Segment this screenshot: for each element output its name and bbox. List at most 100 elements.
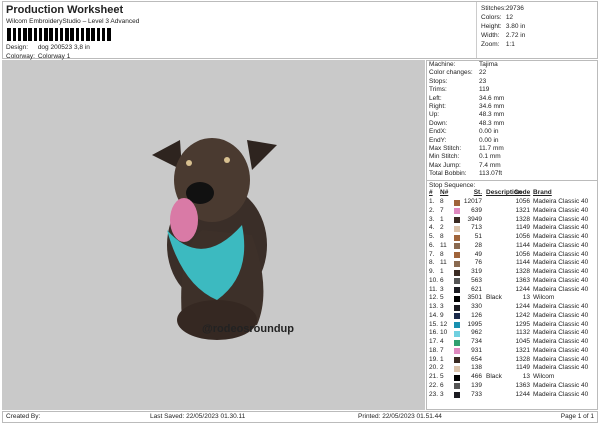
stitch-count: 138 <box>471 364 482 372</box>
thread-code: 1144 <box>516 259 530 267</box>
description <box>482 198 514 207</box>
colorway-info: Colorway: Colorway 1 <box>6 53 70 60</box>
stop-number: 23. <box>429 390 439 398</box>
color-swatch <box>454 225 460 232</box>
stitch-count: 734 <box>471 338 482 346</box>
property-row: Right: 34.6 mm <box>427 103 597 111</box>
thread-brand: Madeira Classic 40 <box>533 233 589 241</box>
col-header: St. <box>473 189 482 197</box>
stitch-count: 639 <box>471 206 482 214</box>
color-swatch <box>454 260 460 267</box>
stop-number: 22. <box>429 381 439 389</box>
design-label: Design: <box>6 44 29 51</box>
description <box>482 382 514 391</box>
stop-number: 5. <box>429 233 435 241</box>
design-preview: @rodeosroundup <box>2 60 425 410</box>
stop-number: 7. <box>429 250 435 258</box>
property-row: EndX: 0.00 in <box>427 128 597 136</box>
table-row: 6. 11 28 1144 Madeira Classic 40 <box>427 242 597 251</box>
needle-number: 3 <box>440 303 444 311</box>
design-summary: Stitches: 29736 Colors: 12 Height: 3.80 in… <box>476 2 599 58</box>
summary-value: 1:1 <box>505 41 515 48</box>
stop-number: 20. <box>429 364 439 372</box>
table-row: 1. 8 12017 1056 Madeira Classic 40 <box>427 198 597 207</box>
description <box>482 286 514 295</box>
property-value: Tajima <box>479 61 498 68</box>
stop-number: 1. <box>429 198 435 206</box>
thread-code: 13 <box>522 373 530 381</box>
col-header: Brand <box>533 189 552 197</box>
thread-brand: Madeira Classic 40 <box>533 329 589 337</box>
needle-number: 8 <box>440 198 444 206</box>
needle-number: 11 <box>440 241 447 249</box>
thread-code: 1149 <box>516 224 530 232</box>
needle-number: 4 <box>440 338 444 346</box>
description <box>482 242 514 251</box>
col-header: Code <box>514 189 531 197</box>
property-value: 48.3 mm <box>479 119 505 127</box>
needle-number: 2 <box>440 224 444 232</box>
property-row: Total Bobbin: 113.07ft <box>427 170 597 178</box>
thread-brand: Madeira Classic 40 <box>533 355 589 363</box>
barcode-bar <box>109 28 111 41</box>
thread-code: 1363 <box>515 276 530 284</box>
description <box>482 303 514 312</box>
stop-number: 21. <box>429 373 439 381</box>
needle-number: 10 <box>440 329 448 337</box>
color-swatch <box>454 322 460 329</box>
description <box>482 329 514 338</box>
summary-item: Stitches: 29736 <box>481 4 599 13</box>
thread-brand: Madeira Classic 40 <box>533 250 589 258</box>
printed-date: Printed: 22/05/2023 01.51.44 <box>358 413 442 420</box>
thread-brand: Madeira Classic 40 <box>533 224 589 232</box>
color-swatch <box>454 339 460 346</box>
description <box>482 347 514 356</box>
color-swatch <box>454 243 460 250</box>
col-header: Description <box>486 189 522 197</box>
summary-label: Zoom: <box>481 41 500 48</box>
stop-number: 3. <box>429 215 435 223</box>
needle-number: 6 <box>440 276 444 284</box>
design-value: dog 200523 3,8 in <box>37 44 90 51</box>
table-row: 17. 4 734 1045 Madeira Classic 40 <box>427 338 597 347</box>
description <box>482 391 514 400</box>
needle-number: 3 <box>440 390 444 398</box>
description <box>482 216 514 225</box>
needle-number: 7 <box>440 206 444 214</box>
thread-brand: Madeira Classic 40 <box>533 268 589 276</box>
description <box>482 312 514 321</box>
stitch-count: 563 <box>471 276 482 284</box>
thread-brand: Madeira Classic 40 <box>533 320 589 328</box>
color-swatch <box>454 313 460 320</box>
stitch-count: 466 <box>471 373 482 381</box>
thread-code: 1132 <box>516 329 530 337</box>
needle-number: 6 <box>440 381 444 389</box>
property-row: Max Jump: 7.4 mm <box>427 162 597 170</box>
needle-number: 3 <box>440 285 444 293</box>
summary-value: 29736 <box>505 5 524 12</box>
stop-number: 6. <box>429 241 435 249</box>
thread-brand: Madeira Classic 40 <box>533 338 589 346</box>
color-swatch <box>454 287 460 294</box>
stitch-count: 1995 <box>467 320 482 328</box>
summary-value: 12 <box>505 14 514 21</box>
color-swatch <box>454 295 460 302</box>
color-swatch <box>454 392 460 399</box>
table-row: 4. 2 713 1149 Madeira Classic 40 <box>427 224 597 233</box>
colorway-value: Colorway 1 <box>37 53 71 60</box>
table-header: # N# St. Description Code Brand <box>427 189 597 198</box>
stop-number: 4. <box>429 224 435 232</box>
summary-item: Height: 3.80 in <box>481 22 599 31</box>
property-value: 23 <box>479 77 487 85</box>
description: Black <box>486 294 502 302</box>
thread-code: 1295 <box>515 320 530 328</box>
needle-number: 1 <box>440 215 444 223</box>
summary-value: 3.80 in <box>505 23 526 30</box>
property-label: Max Stitch: <box>429 144 462 152</box>
dog-embroidery-image: @rodeosroundup <box>152 138 294 340</box>
description <box>482 277 514 286</box>
stop-number: 12. <box>429 294 439 302</box>
barcode <box>6 28 124 41</box>
property-label: EndY: <box>429 136 447 144</box>
stop-number: 14. <box>429 311 439 319</box>
